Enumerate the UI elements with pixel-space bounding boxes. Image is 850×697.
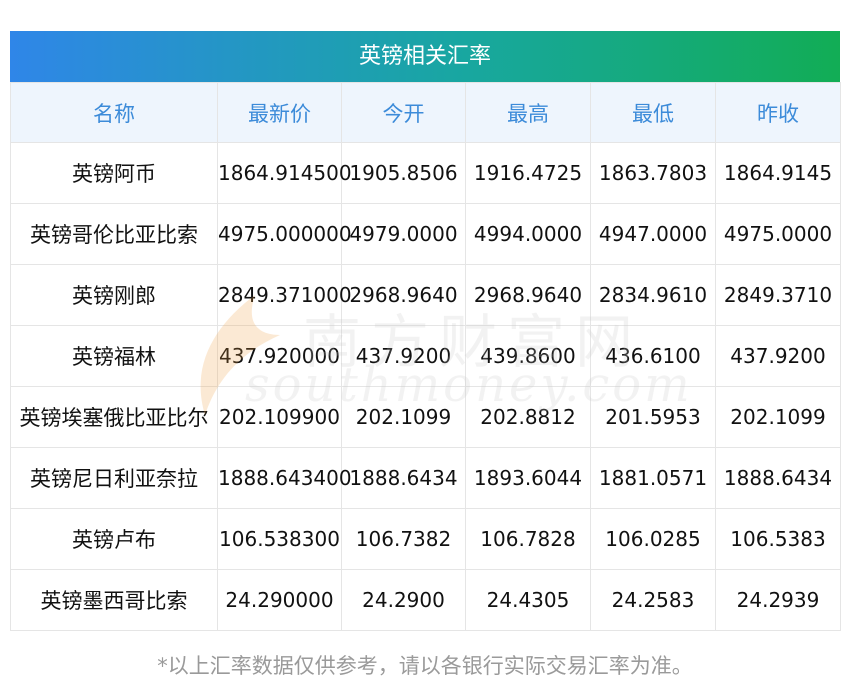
prev-close-price: 1888.6434 — [715, 447, 841, 509]
prev-close-price: 4975.0000 — [715, 203, 841, 265]
open-price: 106.7382 — [341, 508, 466, 570]
low-price: 436.6100 — [590, 325, 716, 387]
low-price: 24.2583 — [590, 569, 716, 631]
currency-pair-name: 英镑刚郎 — [10, 264, 218, 326]
column-header-latest: 最新价 — [217, 82, 342, 143]
open-price: 24.2900 — [341, 569, 466, 631]
low-price: 1863.7803 — [590, 142, 716, 204]
latest-price: 1888.643400 — [217, 447, 352, 509]
open-price: 2968.9640 — [341, 264, 466, 326]
currency-pair-name: 英镑墨西哥比索 — [10, 569, 218, 631]
currency-pair-name: 英镑福林 — [10, 325, 218, 387]
low-price: 1881.0571 — [590, 447, 716, 509]
open-price: 4979.0000 — [341, 203, 466, 265]
prev-close-price: 202.1099 — [715, 386, 841, 448]
table-row: 英镑福林 437.920000 437.9200 439.8600 436.61… — [10, 325, 841, 387]
column-header-high: 最高 — [465, 82, 591, 143]
currency-pair-name: 英镑卢布 — [10, 508, 218, 570]
currency-pair-name: 英镑哥伦比亚比索 — [10, 203, 218, 265]
column-header-open: 今开 — [341, 82, 466, 143]
table-row: 英镑刚郎 2849.371000 2968.9640 2968.9640 283… — [10, 264, 841, 326]
table-row: 英镑尼日利亚奈拉 1888.643400 1888.6434 1893.6044… — [10, 447, 841, 509]
exchange-rate-table: 名称 最新价 今开 最高 最低 昨收 英镑阿币 1864.914500 1905… — [10, 82, 841, 631]
column-header-prev-close: 昨收 — [715, 82, 841, 143]
prev-close-price: 106.5383 — [715, 508, 841, 570]
open-price: 1888.6434 — [341, 447, 466, 509]
prev-close-price: 24.2939 — [715, 569, 841, 631]
currency-pair-name: 英镑埃塞俄比亚比尔 — [10, 386, 218, 448]
high-price: 2968.9640 — [465, 264, 591, 326]
table-row: 英镑埃塞俄比亚比尔 202.109900 202.1099 202.8812 2… — [10, 386, 841, 448]
latest-price: 2849.371000 — [217, 264, 352, 326]
low-price: 4947.0000 — [590, 203, 716, 265]
prev-close-price: 2849.3710 — [715, 264, 841, 326]
high-price: 1916.4725 — [465, 142, 591, 204]
header-row: 名称 最新价 今开 最高 最低 昨收 — [10, 82, 841, 143]
latest-price: 24.290000 — [217, 569, 342, 631]
high-price: 1893.6044 — [465, 447, 591, 509]
column-header-name: 名称 — [10, 82, 218, 143]
table-row: 英镑墨西哥比索 24.290000 24.2900 24.4305 24.258… — [10, 569, 841, 631]
high-price: 439.8600 — [465, 325, 591, 387]
low-price: 2834.9610 — [590, 264, 716, 326]
latest-price: 1864.914500 — [217, 142, 352, 204]
open-price: 1905.8506 — [341, 142, 466, 204]
open-price: 437.9200 — [341, 325, 466, 387]
latest-price: 202.109900 — [217, 386, 342, 448]
high-price: 106.7828 — [465, 508, 591, 570]
footnote: *以上汇率数据仅供参考，请以各银行实际交易汇率为准。 — [157, 654, 693, 678]
open-price: 202.1099 — [341, 386, 466, 448]
currency-pair-name: 英镑阿币 — [10, 142, 218, 204]
table-row: 英镑哥伦比亚比索 4975.000000 4979.0000 4994.0000… — [10, 203, 841, 265]
high-price: 4994.0000 — [465, 203, 591, 265]
table-row: 英镑阿币 1864.914500 1905.8506 1916.4725 186… — [10, 142, 841, 204]
low-price: 106.0285 — [590, 508, 716, 570]
table-title: 英镑相关汇率 — [10, 31, 840, 82]
exchange-rate-table-container: 英镑相关汇率 名称 最新价 今开 最高 最低 昨收 英镑阿币 1864.9145… — [10, 31, 841, 631]
high-price: 24.4305 — [465, 569, 591, 631]
table-row: 英镑卢布 106.538300 106.7382 106.7828 106.02… — [10, 508, 841, 570]
latest-price: 106.538300 — [217, 508, 342, 570]
low-price: 201.5953 — [590, 386, 716, 448]
currency-pair-name: 英镑尼日利亚奈拉 — [10, 447, 218, 509]
prev-close-price: 1864.9145 — [715, 142, 841, 204]
column-header-low: 最低 — [590, 82, 716, 143]
latest-price: 4975.000000 — [217, 203, 352, 265]
prev-close-price: 437.9200 — [715, 325, 841, 387]
high-price: 202.8812 — [465, 386, 591, 448]
latest-price: 437.920000 — [217, 325, 342, 387]
